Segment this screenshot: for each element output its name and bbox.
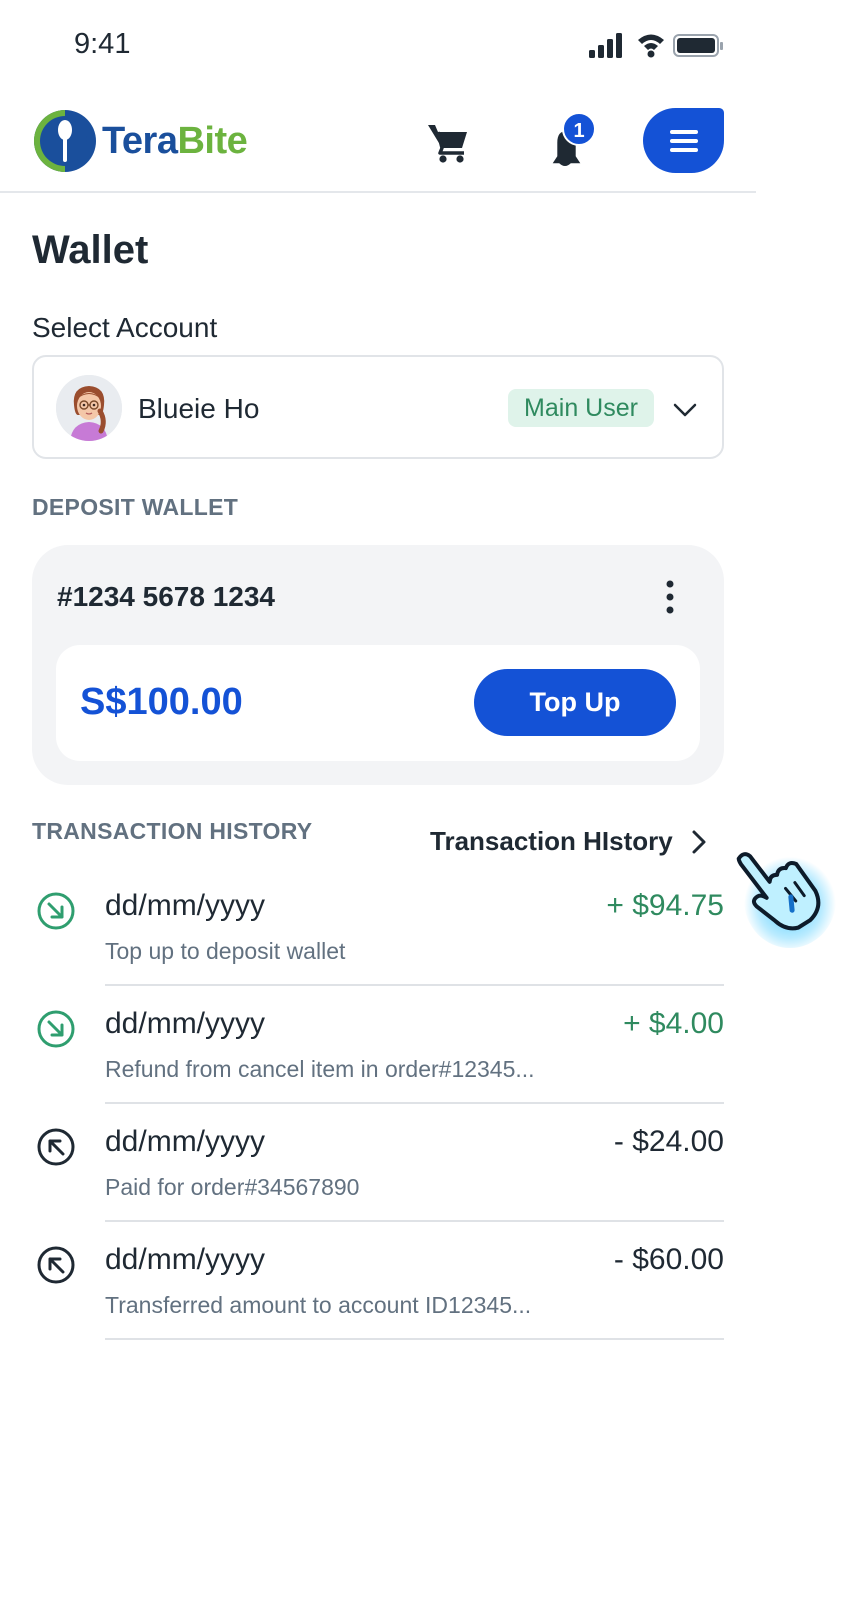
transaction-date: dd/mm/yyyy — [105, 1243, 266, 1276]
status-bar: 9:41 — [0, 0, 856, 90]
transaction-description: Paid for order#34567890 — [105, 1174, 360, 1200]
terabite-logo[interactable]: TeraBite — [32, 108, 248, 174]
transaction-amount: + $4.00 — [623, 1007, 724, 1040]
deposit-wallet-label: DEPOSIT WALLET — [32, 494, 239, 520]
select-account-label: Select Account — [32, 312, 218, 343]
outgoing-arrow-icon — [37, 1128, 75, 1166]
incoming-arrow-icon — [37, 1010, 75, 1048]
wifi-icon — [638, 34, 664, 58]
deposit-wallet-card: #1234 5678 1234 S$100.00 Top Up — [32, 545, 724, 785]
transaction-amount: + $94.75 — [606, 889, 724, 922]
transaction-row[interactable]: dd/mm/yyyy + $94.75 Top up to deposit wa… — [32, 867, 724, 986]
transaction-history-link-text: Transaction HIstory — [430, 826, 673, 856]
transaction-amount: - $24.00 — [613, 1125, 724, 1158]
wallet-balance: S$100.00 — [80, 681, 243, 723]
transaction-description: Transferred amount to account ID12345... — [105, 1292, 532, 1318]
divider — [105, 1338, 724, 1340]
main-user-badge: Main User — [508, 389, 654, 427]
cart-icon — [428, 125, 467, 163]
logo-wordmark: TeraBite — [102, 119, 248, 163]
transaction-row[interactable]: dd/mm/yyyy - $60.00 Transferred amount t… — [32, 1221, 724, 1340]
avatar — [56, 375, 122, 441]
balance-box: S$100.00 Top Up — [56, 645, 700, 761]
transaction-date: dd/mm/yyyy — [105, 1125, 266, 1158]
account-name: Blueie Ho — [138, 393, 260, 424]
cart-button[interactable] — [426, 120, 470, 164]
transaction-row[interactable]: dd/mm/yyyy - $24.00 Paid for order#34567… — [32, 1103, 724, 1222]
transaction-description: Refund from cancel item in order#12345..… — [105, 1056, 535, 1082]
account-select-dropdown[interactable]: Blueie Ho Main User — [32, 355, 724, 459]
menu-button[interactable] — [643, 108, 724, 173]
transaction-date: dd/mm/yyyy — [105, 889, 266, 922]
transaction-amount: - $60.00 — [613, 1243, 724, 1276]
logo-text-bite: Bite — [177, 119, 248, 162]
transaction-history-label: TRANSACTION HISTORY — [32, 818, 313, 844]
chevron-right-icon — [692, 830, 706, 853]
spoon-logo-icon — [34, 110, 96, 172]
notification-count-badge: 1 — [562, 112, 596, 146]
chevron-down-icon — [673, 403, 697, 417]
incoming-arrow-icon — [37, 892, 75, 930]
more-options-icon[interactable] — [662, 579, 678, 615]
transaction-description: Top up to deposit wallet — [105, 938, 346, 964]
hamburger-menu-icon — [669, 129, 698, 152]
transaction-date: dd/mm/yyyy — [105, 1007, 266, 1040]
transaction-row[interactable]: dd/mm/yyyy + $4.00 Refund from cancel it… — [32, 985, 724, 1104]
logo-text-tera: Tera — [102, 119, 178, 162]
outgoing-arrow-icon — [37, 1246, 75, 1284]
page-title: Wallet — [32, 228, 149, 272]
wallet-number: #1234 5678 1234 — [57, 581, 275, 612]
notifications-button[interactable]: 1 — [538, 112, 598, 172]
transaction-history-link[interactable]: Transaction HIstory — [430, 826, 707, 857]
top-up-button[interactable]: Top Up — [474, 669, 676, 736]
user-avatar-icon — [56, 375, 122, 441]
battery-icon — [673, 34, 723, 57]
status-time: 9:41 — [74, 28, 131, 60]
status-icons — [589, 33, 723, 58]
signal-icon — [589, 33, 622, 58]
app-header: TeraBite 1 — [0, 90, 756, 193]
pointer-hand-cursor-icon — [736, 852, 836, 948]
